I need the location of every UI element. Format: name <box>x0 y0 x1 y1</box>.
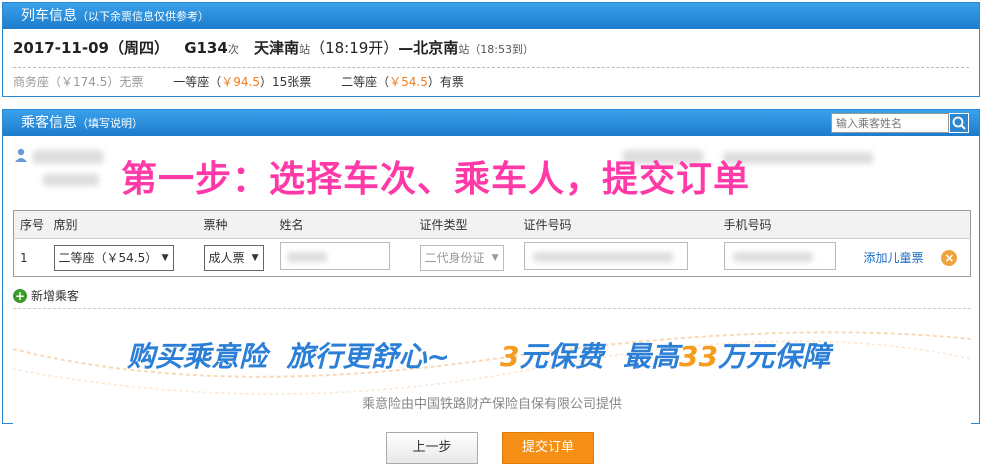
search-icon <box>952 116 966 130</box>
col-id-number: 证件号码 <box>517 210 718 239</box>
passenger-selection-area: 第一步：选择车次、乘车人，提交订单 <box>3 136 979 208</box>
prev-step-button[interactable]: 上一步 <box>386 432 478 464</box>
add-passenger-label: 新增乘客 <box>31 289 80 303</box>
submit-order-button[interactable]: 提交订单 <box>502 432 594 464</box>
train-info-panel: 列车信息（以下余票信息仅供参考） 2017-11-09（周四） G134次 天津… <box>2 2 980 97</box>
table-header: 序号 席别 票种 姓名 证件类型 证件号码 手机号码 <box>13 210 971 239</box>
row-index: 1 <box>20 250 28 265</box>
col-actions <box>857 210 971 239</box>
route: 天津南站（18:19开）—北京南站（18:53到） <box>254 39 535 57</box>
id-number-field[interactable] <box>523 242 688 270</box>
seat-business: 商务座（￥174.5）无票 <box>13 75 144 89</box>
seat-second-class: 二等座（￥54.5）有票 <box>341 75 464 89</box>
search-button[interactable] <box>949 113 969 133</box>
seat-first-class: 一等座（￥94.5）15张票 <box>173 75 312 89</box>
fill-instructions-link[interactable]: （填写说明） <box>77 117 143 130</box>
dropdown-arrow-icon: ▼ <box>491 252 499 263</box>
insurance-banner[interactable]: 购买乘意险 旅行更舒心~ 3元保费 最高33万元保障 乘意险由中国铁路财产保险自保… <box>13 308 971 424</box>
ticket-type-select[interactable]: 成人票 ▼ <box>203 244 264 271</box>
name-field[interactable] <box>279 242 390 270</box>
phone-field[interactable] <box>723 242 836 270</box>
train-info-title: 列车信息 <box>21 8 77 24</box>
passenger-table: 序号 席别 票种 姓名 证件类型 证件号码 手机号码 1 二等座（￥54.5） ▼… <box>13 210 971 277</box>
train-info-subtitle: （以下余票信息仅供参考） <box>77 10 209 23</box>
passenger-search <box>831 113 969 133</box>
col-seat: 席别 <box>47 210 198 239</box>
train-number: G134次 <box>184 39 239 57</box>
remove-passenger-icon[interactable]: × <box>941 250 958 266</box>
table-row: 1 二等座（￥54.5） ▼ 成人票 ▼ 二代身份证 ▼ 添加儿童票 × <box>14 239 971 277</box>
seat-availability: 商务座（￥174.5）无票 一等座（￥94.5）15张票 二等座（￥54.5）有… <box>3 68 979 96</box>
user-icon <box>15 148 27 162</box>
col-index: 序号 <box>13 210 48 239</box>
col-id-type: 证件类型 <box>413 210 518 239</box>
travel-date: 2017-11-09（周四） <box>13 39 169 57</box>
col-phone: 手机号码 <box>717 210 858 239</box>
add-child-ticket-link[interactable]: 添加儿童票 <box>864 251 924 265</box>
train-summary: 2017-11-09（周四） G134次 天津南站（18:19开）—北京南站（1… <box>3 29 979 67</box>
blurred-passenger[interactable] <box>33 150 103 164</box>
plus-icon: + <box>13 288 27 303</box>
insurance-slogan: 购买乘意险 旅行更舒心~ 3元保费 最高33万元保障 <box>127 340 830 373</box>
id-type-select[interactable]: 二代身份证 ▼ <box>419 244 504 271</box>
col-name: 姓名 <box>273 210 414 239</box>
passenger-info-panel: 乘客信息（填写说明） 第一步：选择车次、乘车人，提交订单 序号 席别 票种 <box>2 109 980 424</box>
step-annotation: 第一步：选择车次、乘车人，提交订单 <box>121 159 751 200</box>
train-info-header: 列车信息（以下余票信息仅供参考） <box>3 3 979 29</box>
insurance-provider: 乘意险由中国铁路财产保险自保有限公司提供 <box>361 397 622 412</box>
blurred-passenger[interactable] <box>43 174 99 186</box>
passenger-search-input[interactable] <box>831 113 949 133</box>
col-ticket-type: 票种 <box>197 210 274 239</box>
dropdown-arrow-icon: ▼ <box>161 252 169 263</box>
dropdown-arrow-icon: ▼ <box>251 252 259 263</box>
add-passenger-button[interactable]: + 新增乘客 <box>13 287 79 304</box>
seat-select[interactable]: 二等座（￥54.5） ▼ <box>53 244 174 271</box>
passenger-info-header: 乘客信息（填写说明） <box>3 110 979 136</box>
passenger-info-title: 乘客信息 <box>21 115 77 131</box>
